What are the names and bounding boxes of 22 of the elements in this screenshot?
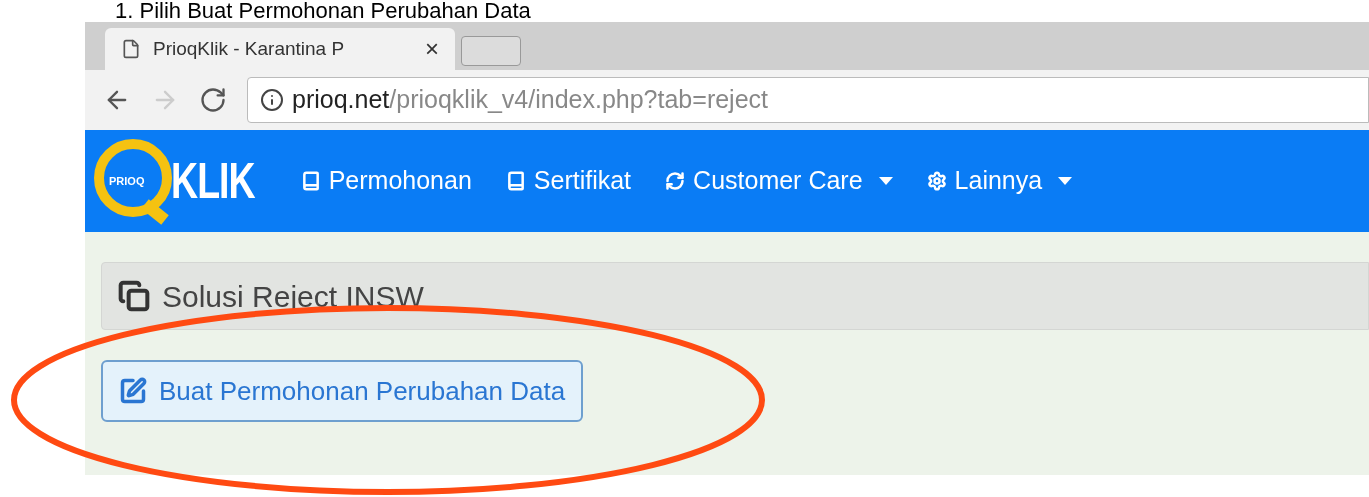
nav-link[interactable]: Lainnya xyxy=(926,162,1073,200)
edit-icon xyxy=(119,377,147,405)
tab-title: PrioqKlik - Karantina P xyxy=(153,36,345,61)
book-icon xyxy=(505,171,526,191)
logo-text: KLIK xyxy=(171,156,255,206)
page-icon xyxy=(121,39,141,59)
caption: 1. Pilih Buat Permohonan Perubahan Data xyxy=(114,0,532,22)
copy-icon xyxy=(118,280,150,312)
nav-link[interactable]: Permohonan xyxy=(300,162,472,200)
address-bar[interactable]: prioq.net/prioqklik_v4/index.php?tab=reject xyxy=(247,77,1369,123)
info-icon xyxy=(260,88,284,112)
book-icon xyxy=(300,171,321,191)
logo-badge-text: PRIOQ xyxy=(109,173,146,189)
sync-icon xyxy=(665,171,686,191)
close-button[interactable]: × xyxy=(425,31,439,67)
nav-link[interactable]: Customer Care xyxy=(665,162,893,200)
nav-link[interactable]: Sertifikat xyxy=(505,162,632,200)
create-request-button[interactable]: Buat Permohonan Perubahan Data xyxy=(101,360,584,422)
browser-tab[interactable]: PrioqKlik - Karantina P × xyxy=(105,28,455,70)
url-text: prioq.net/prioqklik_v4/index.php?tab=reject xyxy=(292,84,768,116)
reload-icon[interactable] xyxy=(199,86,227,114)
settings-icon xyxy=(926,171,947,191)
